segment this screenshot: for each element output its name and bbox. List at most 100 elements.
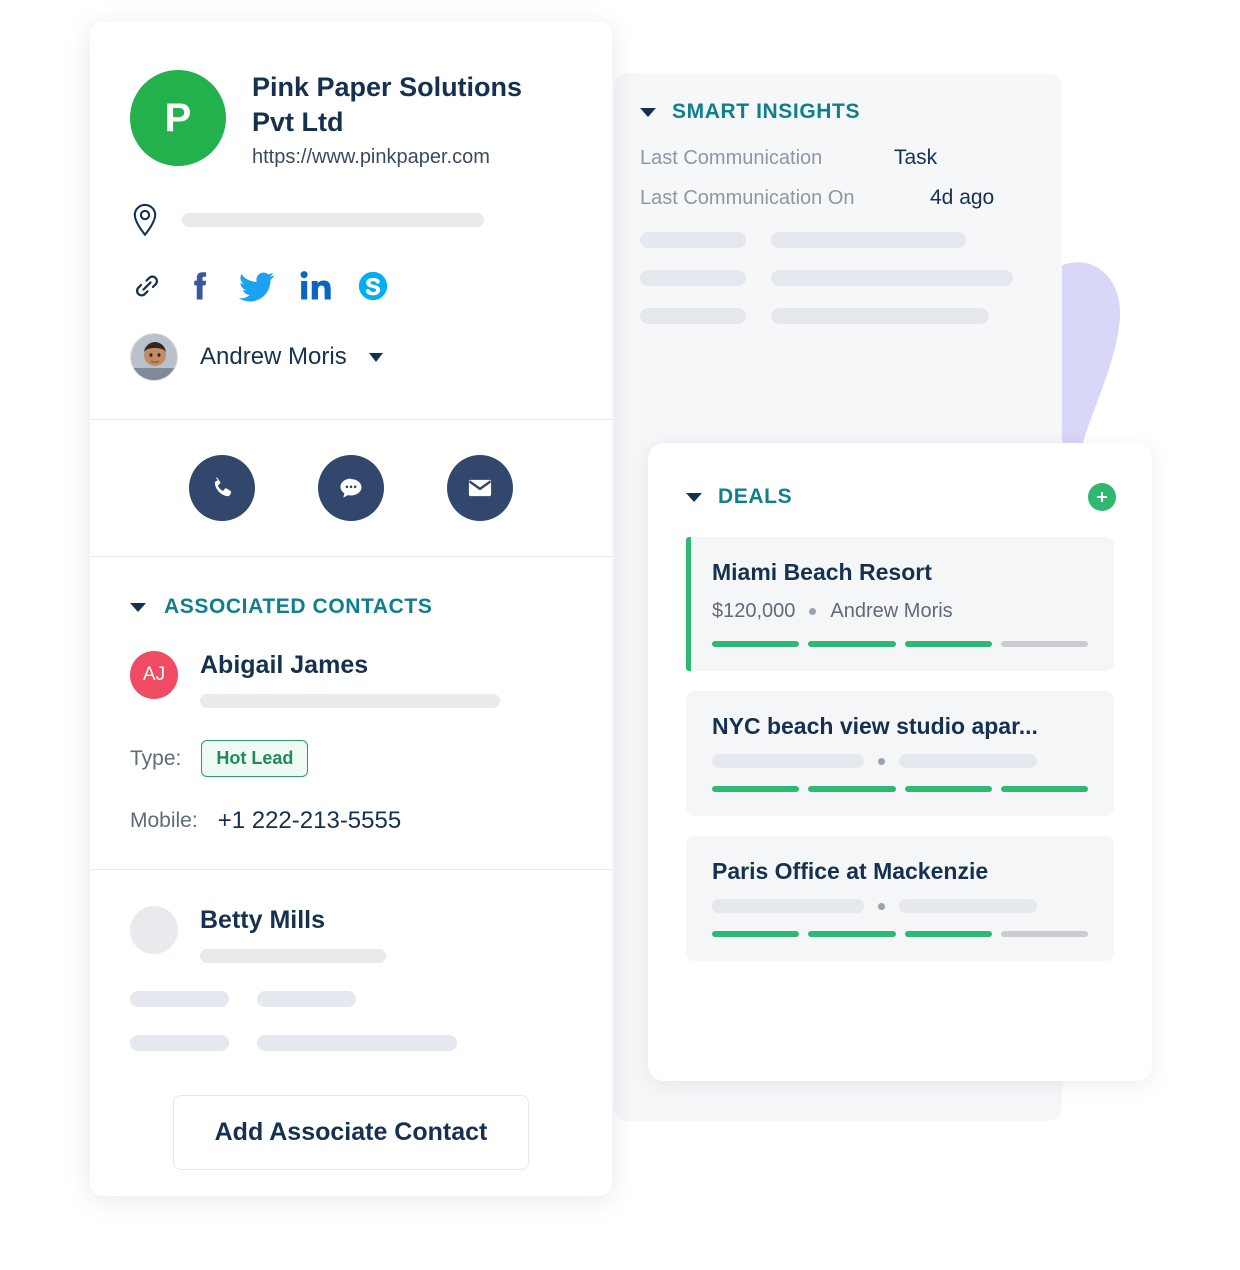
- insight-label: Last Communication: [640, 147, 823, 169]
- email-button[interactable]: [447, 455, 513, 522]
- associated-contacts-section: ASSOCIATED CONTACTS AJ Abigail James Typ…: [90, 557, 612, 869]
- placeholder-bar: [771, 270, 1013, 286]
- stage-segment: [712, 931, 800, 937]
- company-identity-row: P Pink Paper Solutions Pvt Ltd https://w…: [130, 22, 572, 169]
- add-associate-contact-button[interactable]: Add Associate Contact: [173, 1095, 529, 1171]
- deal-card[interactable]: Paris Office at Mackenzie: [686, 836, 1114, 961]
- twitter-icon[interactable]: [238, 269, 276, 303]
- placeholder-bar: [130, 991, 229, 1008]
- contact-name: Abigail James: [200, 651, 369, 680]
- screen-root: SMART INSIGHTS Last Communication Task L…: [0, 0, 1240, 1270]
- contact-avatar: AJ: [130, 651, 178, 700]
- facebook-icon[interactable]: [186, 269, 216, 303]
- placeholder-row: [640, 232, 1060, 248]
- call-button[interactable]: [189, 455, 255, 522]
- add-deal-button[interactable]: [1088, 483, 1116, 511]
- separator-dot: [878, 757, 885, 765]
- smart-insights-rows: Last Communication Task Last Communicati…: [640, 146, 1060, 210]
- insight-value: Task: [894, 146, 938, 169]
- message-button[interactable]: [318, 455, 384, 522]
- contact-avatar-initials: AJ: [142, 664, 166, 686]
- map-pin-icon: [133, 204, 157, 237]
- deal-meta: [712, 899, 1088, 913]
- deal-amount: $120,000: [712, 600, 796, 622]
- placeholder-row: [640, 308, 1060, 324]
- separator-dot: [878, 902, 885, 910]
- skype-icon[interactable]: [356, 269, 390, 303]
- deal-owner: Andrew Moris: [830, 600, 953, 622]
- envelope-icon: [468, 480, 492, 497]
- caret-down-icon[interactable]: [130, 602, 146, 612]
- stage-segment: [712, 641, 800, 647]
- contact-mobile-label: Mobile:: [130, 809, 198, 833]
- contact-type-row: Type: Hot Lead: [130, 740, 572, 778]
- placeholder-bar: [257, 1035, 457, 1052]
- contact-betty-mills[interactable]: Betty Mills: [130, 870, 572, 964]
- caret-down-icon[interactable]: [686, 492, 702, 502]
- deal-stage-progress: [712, 931, 1088, 937]
- chevron-down-icon[interactable]: [368, 352, 383, 362]
- plus-icon: [1097, 492, 1107, 502]
- deal-title: NYC beach view studio apar...: [712, 713, 1038, 739]
- placeholder-row: [130, 991, 572, 1008]
- stage-segment: [808, 641, 896, 647]
- company-header-section: P Pink Paper Solutions Pvt Ltd https://w…: [90, 22, 612, 419]
- stage-segment: [904, 641, 992, 647]
- associated-contacts-header[interactable]: ASSOCIATED CONTACTS: [130, 557, 572, 619]
- deals-list: Miami Beach Resort $120,000 Andrew Moris…: [648, 511, 1152, 961]
- placeholder-bar: [640, 232, 746, 248]
- link-icon[interactable]: [130, 269, 164, 303]
- placeholder-bar: [640, 270, 746, 286]
- chat-bubble-icon: [340, 478, 362, 498]
- deal-title: Paris Office at Mackenzie: [712, 858, 989, 884]
- linkedin-icon[interactable]: [298, 269, 334, 303]
- placeholder-bar: [712, 899, 864, 913]
- contact-text-block: Abigail James: [200, 651, 500, 709]
- company-text-block: Pink Paper Solutions Pvt Ltd https://www…: [252, 70, 532, 169]
- contact-mobile-row: Mobile: +1 222-213-5555: [130, 807, 572, 869]
- smart-insights-header[interactable]: SMART INSIGHTS: [640, 100, 1060, 124]
- contact-mobile-value[interactable]: +1 222-213-5555: [218, 807, 402, 835]
- company-owner-row[interactable]: Andrew Moris: [130, 333, 572, 419]
- deals-card: DEALS Miami Beach Resort $120,000 Andrew…: [648, 443, 1152, 1081]
- deal-card[interactable]: Miami Beach Resort $120,000 Andrew Moris: [686, 537, 1114, 671]
- contact-text-block: Betty Mills: [200, 906, 386, 964]
- placeholder-bar: [771, 232, 966, 248]
- phone-icon: [214, 477, 232, 497]
- deal-title: Miami Beach Resort: [712, 559, 932, 585]
- deal-stage-progress: [712, 641, 1088, 647]
- company-name: Pink Paper Solutions Pvt Ltd: [252, 72, 523, 138]
- placeholder-bar: [640, 308, 746, 324]
- quick-actions-row: [90, 420, 612, 556]
- contact-placeholder-bar: [200, 694, 500, 709]
- owner-name: Andrew Moris: [200, 343, 347, 371]
- stage-segment: [808, 786, 896, 792]
- purple-blob-decoration: [1052, 262, 1121, 453]
- contact-abigail-james[interactable]: AJ Abigail James: [130, 651, 572, 709]
- stage-segment: [712, 786, 800, 792]
- status-badge: Hot Lead: [201, 740, 309, 778]
- deal-meta: [712, 754, 1088, 768]
- stage-segment: [904, 786, 992, 792]
- separator-dot: [809, 608, 817, 615]
- contact-placeholder-bar: [200, 949, 386, 964]
- insight-row-last-communication: Last Communication Task: [640, 146, 1060, 170]
- insight-value: 4d ago: [930, 186, 995, 209]
- placeholder-bar: [899, 899, 1037, 913]
- owner-avatar: [130, 333, 178, 382]
- company-avatar: P: [130, 70, 226, 166]
- placeholder-row: [640, 270, 1060, 286]
- deals-title: DEALS: [718, 485, 793, 508]
- deal-card[interactable]: NYC beach view studio apar...: [686, 691, 1114, 816]
- caret-down-icon[interactable]: [640, 107, 656, 117]
- placeholder-bar: [771, 308, 989, 324]
- placeholder-bar: [899, 754, 1037, 768]
- smart-insights-title: SMART INSIGHTS: [672, 100, 861, 123]
- contact-avatar: [130, 906, 178, 955]
- insight-row-last-communication-on: Last Communication On 4d ago: [640, 186, 1060, 210]
- insight-label: Last Communication On: [640, 187, 855, 209]
- placeholder-bar: [130, 1035, 229, 1052]
- smart-insights-section: SMART INSIGHTS Last Communication Task L…: [640, 100, 1060, 346]
- company-website-link[interactable]: https://www.pinkpaper.com: [252, 146, 532, 169]
- company-address-row: [130, 203, 572, 237]
